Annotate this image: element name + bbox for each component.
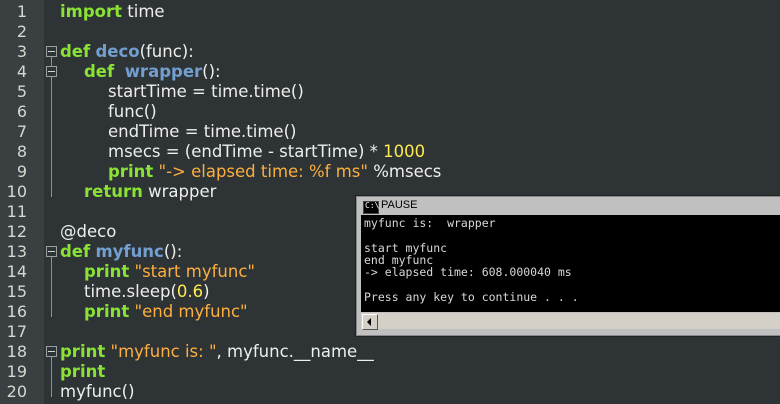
code-line-12: @deco (60, 222, 117, 241)
line-number: 12 (6, 222, 27, 241)
line-number: 11 (6, 202, 27, 221)
console-line: myfunc is: wrapper (364, 216, 496, 230)
line-number: 4 (16, 62, 27, 81)
line-number: 8 (16, 142, 27, 161)
line-number: 3 (16, 42, 27, 61)
line-number: 7 (16, 122, 27, 141)
line-number: 20 (6, 382, 27, 401)
line-number: 13 (6, 242, 27, 261)
fold-guide-line (51, 257, 52, 317)
line-number: 1 (16, 2, 27, 21)
line-number: 16 (6, 302, 27, 321)
code-line-20: myfunc() (60, 382, 135, 401)
fold-toggle-icon[interactable] (46, 346, 57, 357)
code-line-15: time.sleep(0.6) (84, 282, 210, 301)
code-line-5: startTime = time.time() (108, 82, 304, 101)
fold-toggle-icon[interactable] (46, 46, 57, 57)
code-line-4: def wrapper(): (84, 62, 221, 81)
console-title: PAUSE (381, 199, 418, 211)
code-line-3: def deco(func): (60, 42, 194, 61)
scroll-left-arrow-icon[interactable] (362, 314, 378, 330)
console-line: Press any key to continue . . . (364, 290, 579, 304)
line-number: 14 (6, 262, 27, 281)
code-line-8: msecs = (endTime - startTime) * 1000 (108, 142, 426, 161)
fold-guide-line (51, 57, 52, 197)
code-line-18: print "myfunc is: ", myfunc.__name__ (60, 342, 374, 361)
line-number: 6 (16, 102, 27, 121)
fold-guide-line (51, 357, 52, 397)
line-number: 19 (6, 362, 27, 381)
line-number: 10 (6, 182, 27, 201)
line-number: 17 (6, 322, 27, 341)
line-number: 15 (6, 282, 27, 301)
line-number: 2 (16, 22, 27, 41)
code-line-14: print "start myfunc" (84, 262, 255, 281)
fold-toggle-icon[interactable] (46, 66, 57, 77)
code-line-16: print "end myfunc" (84, 302, 248, 321)
code-line-10: return wrapper (84, 182, 217, 201)
code-line-6: func() (108, 102, 157, 121)
console-window[interactable]: C:\ PAUSE myfunc is: wrapper start myfun… (356, 196, 780, 336)
line-number: 5 (16, 82, 27, 101)
command-prompt-icon: C:\ (363, 201, 379, 214)
console-output[interactable]: myfunc is: wrapper start myfunc end myfu… (361, 215, 780, 312)
code-line-1: import time (60, 2, 165, 21)
console-titlebar[interactable]: C:\ PAUSE (359, 199, 780, 214)
code-line-9: print "-> elapsed time: %f ms" %msecs (108, 162, 442, 181)
fold-toggle-icon[interactable] (46, 246, 57, 257)
line-number: 18 (6, 342, 27, 361)
console-line: -> elapsed time: 608.000040 ms (364, 265, 572, 279)
line-number-gutter: 1 2 3 4 5 6 7 8 9 10 11 12 13 14 15 16 1… (0, 0, 44, 404)
code-line-7: endTime = time.time() (108, 122, 297, 141)
line-number: 9 (16, 162, 27, 181)
code-line-13: def myfunc(): (60, 242, 183, 261)
code-line-19: print (60, 362, 106, 381)
horizontal-scrollbar[interactable] (361, 313, 780, 330)
